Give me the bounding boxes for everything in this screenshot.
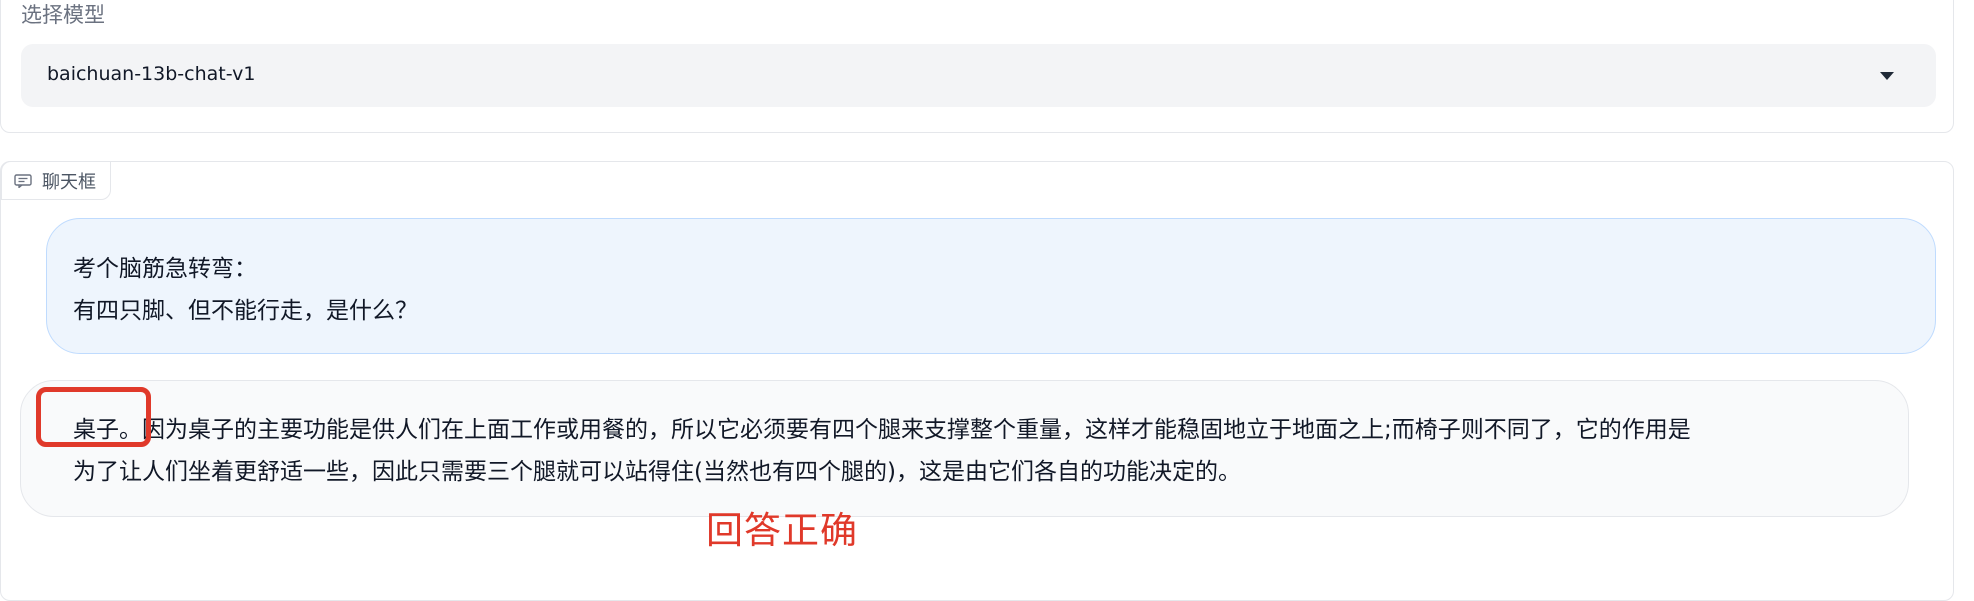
user-message: 考个脑筋急转弯： 有四只脚、但不能行走，是什么？ [46,218,1936,354]
model-dropdown[interactable]: baichuan-13b-chat-v1 [21,44,1936,107]
chatbot-tab-label: 聊天框 [42,171,96,193]
assistant-message-line: 桌子。因为桌子的主要功能是供人们在上面工作或用餐的，所以它必须要有四个腿来支撑整… [73,417,1691,443]
correct-answer-annotation: 回答正确 [706,509,858,552]
answer-highlight-box [36,387,151,447]
chatbot-tab: 聊天框 [1,161,111,200]
chevron-down-icon[interactable] [1880,72,1894,80]
chat-icon [14,173,32,188]
user-message-line: 考个脑筋急转弯： [73,256,257,282]
user-message-line: 有四只脚、但不能行走，是什么？ [73,298,418,324]
model-dropdown-value: baichuan-13b-chat-v1 [47,63,256,85]
assistant-message-line: 为了让人们坐着更舒适一些，因此只需要三个腿就可以站得住(当然也有四个腿的)，这是… [73,459,1241,485]
model-select-label: 选择模型 [21,3,105,27]
assistant-message: 桌子。因为桌子的主要功能是供人们在上面工作或用餐的，所以它必须要有四个腿来支撑整… [20,380,1909,517]
model-select-panel: 选择模型 baichuan-13b-chat-v1 [0,0,1954,133]
